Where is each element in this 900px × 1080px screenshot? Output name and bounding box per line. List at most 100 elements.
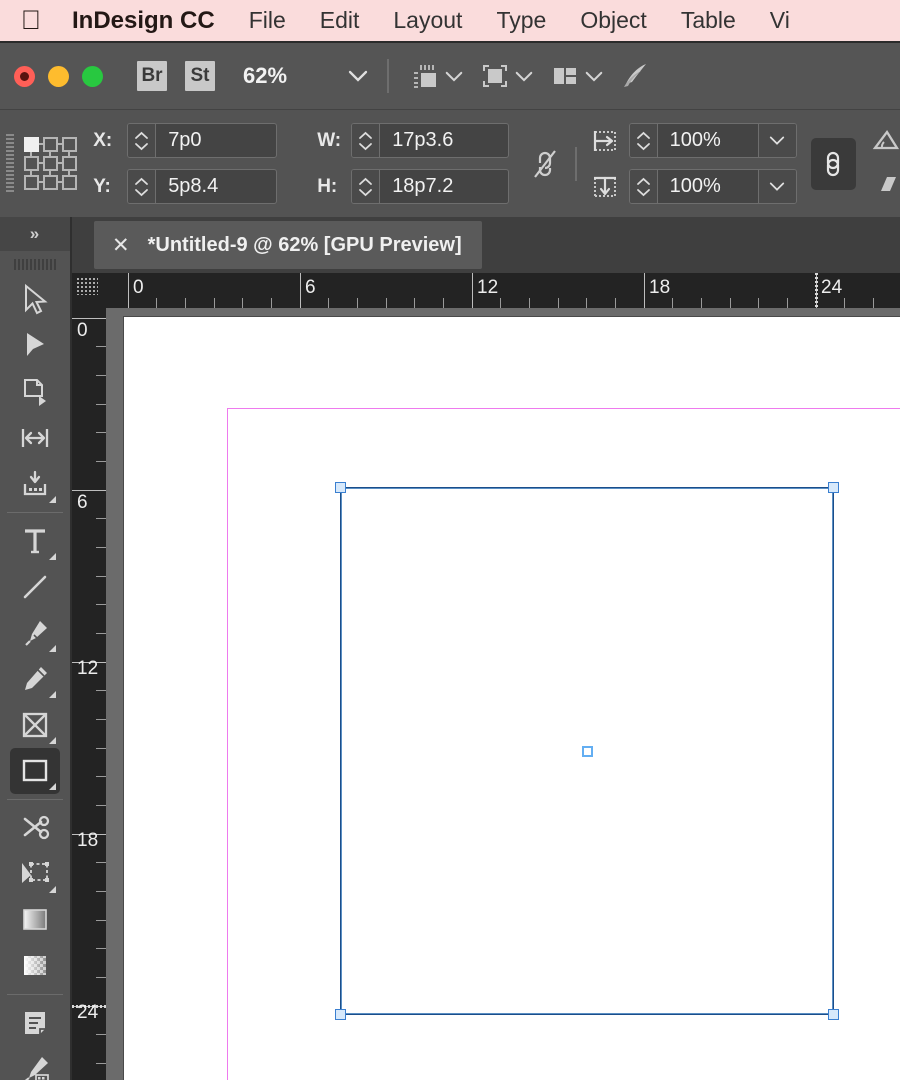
active-app-name[interactable]: InDesign CC	[72, 7, 215, 35]
proxy-point-center[interactable]	[42, 155, 58, 171]
proxy-link	[67, 151, 70, 156]
center-point-marker[interactable]	[582, 746, 593, 757]
publish-online-icon[interactable]	[617, 59, 653, 93]
proxy-point-top-left[interactable]	[23, 136, 39, 152]
scissors-tool[interactable]	[10, 805, 60, 851]
bridge-button[interactable]: Br	[137, 61, 167, 91]
scale-y-stepper-box[interactable]: 100%	[628, 169, 797, 204]
scale-y-dropdown-chevron-down-icon[interactable]	[757, 170, 796, 203]
proxy-point-bottom-center[interactable]	[42, 174, 58, 190]
note-tool[interactable]	[10, 1000, 60, 1046]
proxy-point-bottom-right[interactable]	[61, 174, 77, 190]
eyedropper-tool[interactable]	[10, 1046, 60, 1080]
w-stepper-arrows[interactable]	[352, 124, 381, 157]
rotation-angle-icon[interactable]	[872, 128, 900, 157]
tools-panel-expand-button[interactable]: »	[0, 217, 70, 251]
view-options-icon[interactable]	[477, 59, 513, 93]
proxy-point-middle-right[interactable]	[61, 155, 77, 171]
zoom-window-button[interactable]	[82, 65, 103, 87]
control-panel-grip[interactable]	[6, 133, 14, 194]
scale-y-stepper-arrows[interactable]	[629, 170, 658, 203]
h-field-label: H:	[317, 175, 338, 197]
w-stepper-box[interactable]: 17p3.6	[351, 123, 510, 158]
free-transform-tool[interactable]	[10, 851, 60, 897]
constrain-scale-button[interactable]	[810, 137, 856, 190]
ruler-origin-corner[interactable]	[72, 273, 106, 308]
y-stepper-arrows[interactable]	[128, 170, 157, 203]
view-options-chevron-down-icon[interactable]	[513, 65, 535, 87]
resize-handle-bottom-left[interactable]	[335, 1009, 346, 1020]
proxy-point-bottom-left[interactable]	[23, 174, 39, 190]
pencil-tool[interactable]	[10, 656, 60, 702]
x-input[interactable]: 7p0	[156, 124, 276, 157]
selected-rectangle-frame[interactable]	[335, 482, 839, 1020]
scale-horizontal-icon	[587, 128, 623, 154]
x-stepper-arrows[interactable]	[128, 124, 157, 157]
reference-point-proxy[interactable]	[23, 136, 77, 191]
scale-x-stepper-box[interactable]: 100%	[628, 123, 797, 158]
resize-handle-bottom-right[interactable]	[828, 1009, 839, 1020]
stock-button[interactable]: St	[185, 61, 215, 91]
scissors-icon	[23, 815, 50, 840]
h-stepper-arrows[interactable]	[352, 170, 381, 203]
menu-item-file[interactable]: File	[249, 7, 286, 34]
gradient-swatch-tool[interactable]	[10, 897, 60, 943]
document-tab[interactable]: ✕ *Untitled-9 @ 62% [GPU Preview]	[94, 221, 482, 269]
apple-logo-icon[interactable]: 	[18, 6, 44, 36]
h-stepper-box[interactable]: 18p7.2	[351, 169, 510, 204]
screen-mode-chevron-down-icon[interactable]	[443, 65, 465, 87]
x-stepper-box[interactable]: 7p0	[127, 123, 278, 158]
menu-item-object[interactable]: Object	[580, 7, 646, 34]
zoom-level-dropdown-chevron-down-icon[interactable]	[347, 65, 369, 87]
y-stepper-box[interactable]: 5p8.4	[127, 169, 278, 204]
content-collector-tool[interactable]	[10, 461, 60, 507]
proxy-point-top-right[interactable]	[61, 136, 77, 152]
menu-item-type[interactable]: Type	[496, 7, 546, 34]
hruler-guide-marker	[815, 273, 818, 308]
scale-x-stepper-arrows[interactable]	[629, 124, 658, 157]
menu-item-edit[interactable]: Edit	[320, 7, 360, 34]
gap-tool[interactable]	[10, 415, 60, 461]
screen-mode-icon[interactable]	[407, 59, 443, 93]
menu-item-layout[interactable]: Layout	[393, 7, 462, 34]
frame-tool[interactable]	[10, 702, 60, 748]
tools-panel: »	[0, 217, 72, 1080]
tools-panel-grip[interactable]	[0, 251, 70, 277]
hruler-label: 0	[133, 277, 144, 298]
ruler-origin-handle[interactable]	[76, 277, 98, 295]
y-input[interactable]: 5p8.4	[156, 170, 276, 203]
direct-selection-tool[interactable]	[10, 323, 60, 369]
pasteboard[interactable]	[106, 308, 900, 1080]
scale-x-input[interactable]: 100%	[658, 124, 758, 157]
scale-y-input[interactable]: 100%	[658, 170, 758, 203]
close-window-button[interactable]	[14, 65, 35, 87]
arrange-documents-chevron-down-icon[interactable]	[583, 65, 605, 87]
minimize-window-button[interactable]	[48, 65, 69, 87]
h-input[interactable]: 18p7.2	[380, 170, 508, 203]
position-fields: X: 7p0 Y: 5p8.4	[93, 123, 278, 204]
note-icon	[25, 1012, 45, 1034]
line-tool[interactable]	[10, 564, 60, 610]
arrange-documents-icon[interactable]	[547, 59, 583, 93]
shear-angle-icon[interactable]	[872, 173, 900, 200]
document-page[interactable]	[124, 317, 900, 1080]
vruler-label: 24	[77, 1002, 99, 1023]
type-tool[interactable]	[10, 518, 60, 564]
close-icon[interactable]: ✕	[112, 235, 130, 256]
rectangle-tool[interactable]	[10, 748, 60, 794]
menu-item-view[interactable]: Vi	[770, 7, 790, 34]
selection-tool[interactable]	[10, 277, 60, 323]
w-input[interactable]: 17p3.6	[380, 124, 508, 157]
vertical-ruler[interactable]: 0 6 12 18 24	[72, 308, 106, 1080]
pen-tool[interactable]	[10, 610, 60, 656]
proxy-point-top-center[interactable]	[42, 136, 58, 152]
scale-x-dropdown-chevron-down-icon[interactable]	[757, 124, 796, 157]
constrain-width-height-button[interactable]	[523, 144, 566, 184]
resize-handle-top-left[interactable]	[335, 482, 346, 493]
horizontal-ruler[interactable]: 0 6 12 18 24	[106, 273, 900, 308]
gradient-feather-tool[interactable]	[10, 943, 60, 989]
resize-handle-top-right[interactable]	[828, 482, 839, 493]
menu-item-table[interactable]: Table	[681, 7, 736, 34]
proxy-point-middle-left[interactable]	[23, 155, 39, 171]
page-tool[interactable]	[10, 369, 60, 415]
